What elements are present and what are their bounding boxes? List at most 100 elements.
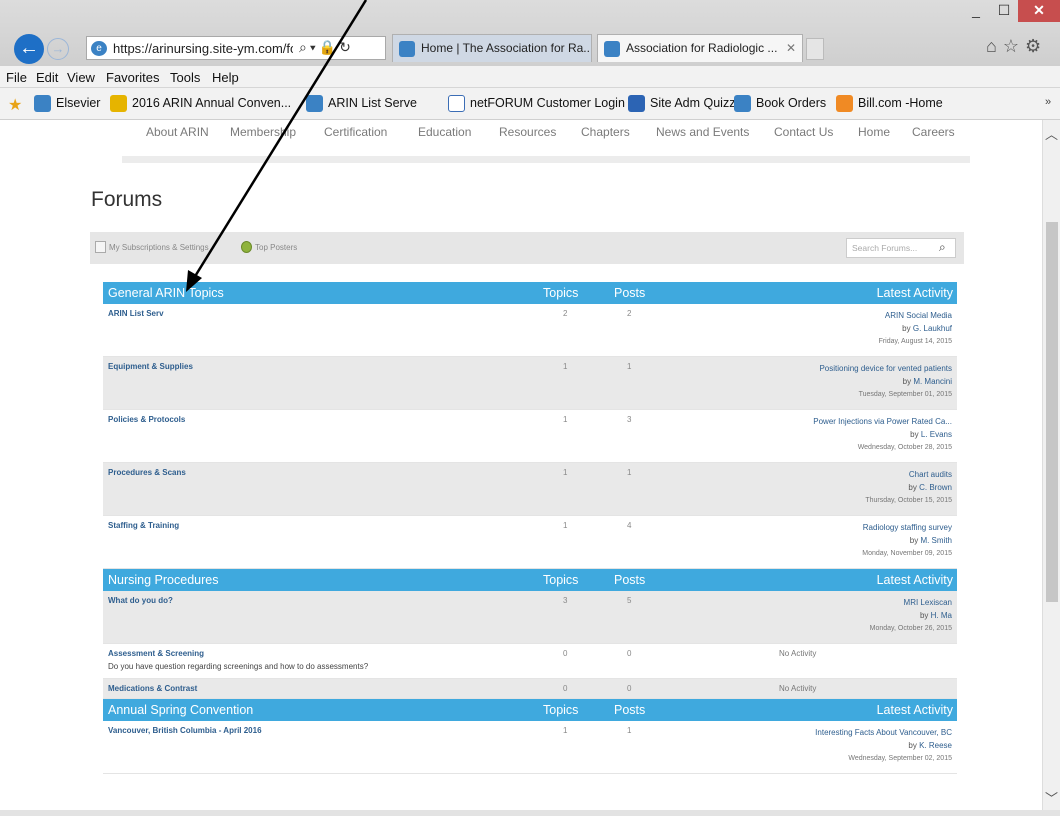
forum-link[interactable]: Equipment & Supplies [108,362,193,371]
tab-home[interactable]: Home | The Association for Ra... [392,34,592,62]
url-text[interactable]: https://arinursing.site-ym.com/fo [113,41,293,56]
fav-book-orders[interactable]: Book Orders [734,95,826,112]
nav-divider [122,156,970,163]
latest-post-link[interactable]: Positioning device for vented patients [819,362,952,375]
minimize-button[interactable]: _ [962,0,990,22]
latest-post-link[interactable]: Chart audits [865,468,952,481]
fav-arin-list-serve[interactable]: ARIN List Serve [306,95,417,112]
scroll-thumb[interactable] [1046,222,1058,602]
refresh-icon[interactable]: ↻ [339,39,354,55]
author-link[interactable]: M. Smith [920,536,952,545]
author-link[interactable]: G. Laukhuf [913,324,952,333]
document-icon [95,241,106,253]
latest-post-link[interactable]: Power Injections via Power Rated Ca... [813,415,952,428]
scroll-down-icon[interactable]: ﹀ [1045,788,1058,807]
forward-arrow-icon: → [51,41,65,56]
latest-post-link[interactable]: MRI Lexiscan [870,596,952,609]
latest-post-link[interactable]: ARIN Social Media [879,309,952,322]
latest-activity-column-header: Latest Activity [876,286,953,300]
forum-row: Vancouver, British Columbia - April 2016… [103,721,957,774]
by-label: by [910,430,919,439]
topics-column-header: Topics [543,573,579,587]
category-header: Nursing Procedures Topics Posts Latest A… [103,569,957,591]
nav-certification[interactable]: Certification [324,125,387,139]
category-title[interactable]: General ARIN Topics [108,286,224,300]
nav-home[interactable]: Home [858,125,890,139]
subscriptions-link[interactable]: My Subscriptions & Settings [95,241,209,253]
nav-resources[interactable]: Resources [499,125,556,139]
fav-netforum[interactable]: netFORUM Customer Login [448,95,625,112]
latest-activity: Power Injections via Power Rated Ca... b… [813,415,952,454]
topic-count: 1 [563,362,568,371]
favorites-more-button[interactable]: » [1045,96,1051,108]
post-count: 0 [627,684,632,693]
favorites-star-icon[interactable]: ☆ [1003,36,1025,56]
author-link[interactable]: K. Reese [919,741,952,750]
vertical-scrollbar[interactable]: ︿ ﹀ [1042,120,1060,810]
fav-elsevier[interactable]: Elsevier [34,95,100,112]
author-link[interactable]: C. Brown [919,483,952,492]
latest-post-link[interactable]: Radiology staffing survey [862,521,952,534]
forward-button[interactable]: → [47,38,69,60]
nav-news-and-events[interactable]: News and Events [656,125,749,139]
fav-bill-com[interactable]: Bill.com -Home [836,95,943,112]
close-window-button[interactable]: ✕ [1018,0,1060,22]
post-date: Thursday, October 15, 2015 [865,497,952,504]
nav-careers[interactable]: Careers [912,125,955,139]
forum-link[interactable]: Medications & Contrast [108,684,197,693]
forum-link[interactable]: Vancouver, British Columbia - April 2016 [108,726,262,735]
menu-help[interactable]: Help [212,70,239,85]
search-forums-input[interactable]: Search Forums... ⌕ [846,238,956,258]
forum-row: Equipment & Supplies 1 1 Positioning dev… [103,357,957,410]
forum-link[interactable]: What do you do? [108,596,173,605]
fav-arin-convention[interactable]: 2016 ARIN Annual Conven... [110,95,291,112]
favorites-bar: ★ Elsevier 2016 ARIN Annual Conven... AR… [0,88,1060,120]
fav-site-adm-quizzes[interactable]: Site Adm Quizzes [628,95,749,112]
forum-link[interactable]: Policies & Protocols [108,415,185,424]
category-title[interactable]: Nursing Procedures [108,573,218,587]
nav-membership[interactable]: Membership [230,125,296,139]
nav-chapters[interactable]: Chapters [581,125,630,139]
close-tab-icon[interactable]: ✕ [786,41,796,55]
nav-contact-us[interactable]: Contact Us [774,125,833,139]
forum-link[interactable]: Staffing & Training [108,521,179,530]
maximize-button[interactable]: ☐ [990,0,1018,22]
favorites-star-icon[interactable]: ★ [8,95,22,115]
forum-link[interactable]: Assessment & Screening [108,649,204,658]
back-button[interactable]: ← [14,34,44,64]
post-date: Monday, November 09, 2015 [862,550,952,557]
search-icon[interactable]: ⌕ [299,39,310,55]
forum-link[interactable]: Procedures & Scans [108,468,186,477]
forum-link[interactable]: ARIN List Serv [108,309,164,318]
nav-education[interactable]: Education [418,125,471,139]
ie-page-icon [604,41,620,57]
author-link[interactable]: M. Mancini [913,377,952,386]
new-tab-button[interactable] [806,38,824,60]
forum-toolbar: My Subscriptions & Settings Top Posters … [90,232,964,264]
search-icon[interactable]: ⌕ [939,240,946,255]
lock-icon: 🔒 [318,39,340,55]
by-label: by [908,741,917,750]
page-title: Forums [91,188,163,211]
topic-count: 1 [563,468,568,477]
menu-favorites[interactable]: Favorites [106,70,159,85]
gear-icon[interactable]: ⚙ [1025,36,1047,56]
latest-post-link[interactable]: Interesting Facts About Vancouver, BC [815,726,952,739]
scroll-up-icon[interactable]: ︿ [1045,124,1058,143]
dropdown-icon[interactable]: ▾ [310,39,319,55]
home-icon[interactable]: ⌂ [986,36,1003,56]
address-bar[interactable]: e https://arinursing.site-ym.com/fo ⌕▾🔒↻ [86,36,386,60]
topic-count: 0 [563,684,568,693]
forum-row: ARIN List Serv 2 2 ARIN Social Media by … [103,304,957,357]
top-posters-link[interactable]: Top Posters [241,241,297,253]
menu-file[interactable]: File [6,70,27,85]
menu-edit[interactable]: Edit [36,70,58,85]
category-title[interactable]: Annual Spring Convention [108,703,253,717]
menu-tools[interactable]: Tools [170,70,200,85]
author-link[interactable]: H. Ma [931,611,952,620]
tab-active[interactable]: Association for Radiologic ... ✕ [597,34,803,62]
nav-about-arin[interactable]: About ARIN [146,125,209,139]
latest-activity: ARIN Social Media by G. Laukhuf Friday, … [879,309,952,348]
author-link[interactable]: L. Evans [921,430,952,439]
menu-view[interactable]: View [67,70,95,85]
